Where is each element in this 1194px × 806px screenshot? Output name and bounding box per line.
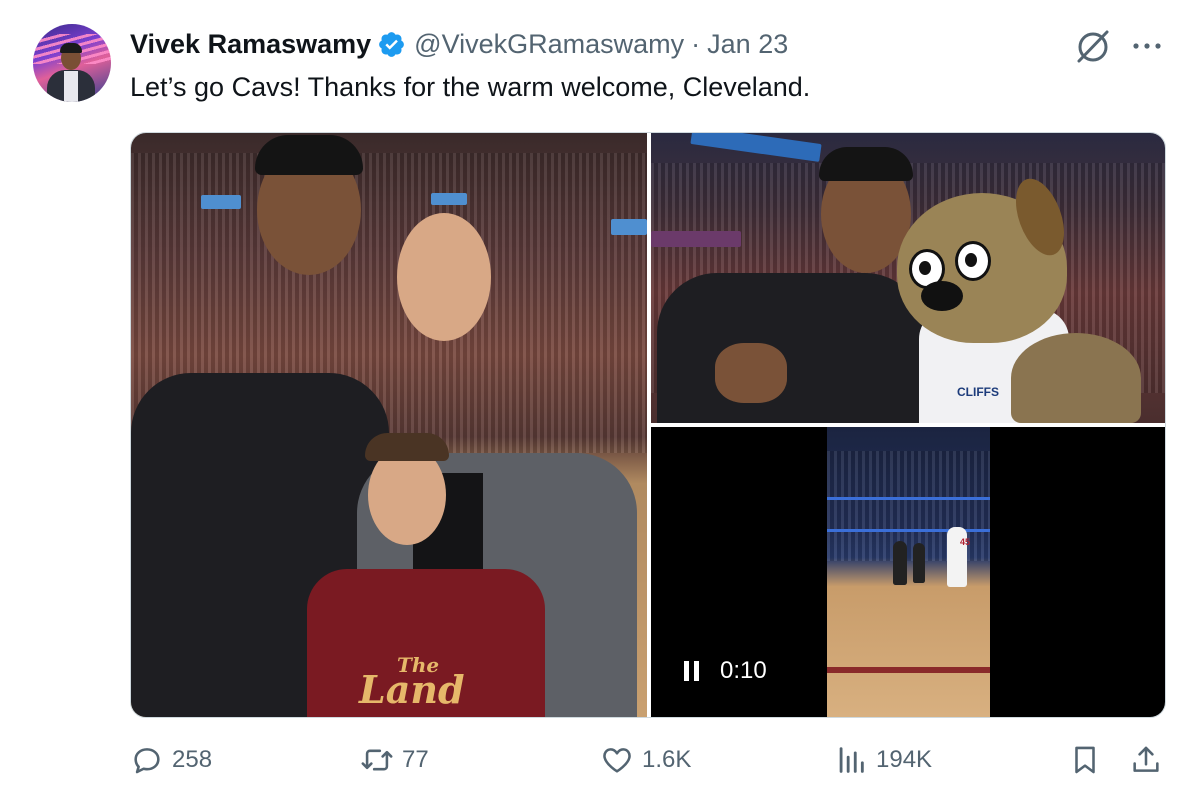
repost-icon <box>361 749 393 771</box>
views-icon <box>839 747 864 773</box>
author-name[interactable]: Vivek Ramaswamy <box>130 29 371 60</box>
player-white <box>947 527 967 587</box>
arena-scoreboard <box>651 231 741 247</box>
tweet-header: Vivek Ramaswamy @VivekGRamaswamy · Jan 2… <box>130 27 788 61</box>
player-dark <box>893 541 907 585</box>
bookmark-button[interactable] <box>1068 743 1102 777</box>
pause-icon[interactable] <box>684 661 700 681</box>
media-grid: The Land CLIFFS 45 0:10 <box>130 132 1166 718</box>
child-hair <box>365 433 449 461</box>
arena-screen <box>201 195 241 209</box>
avatar-figure-hair <box>60 43 82 53</box>
tweet-date[interactable]: Jan 23 <box>707 29 788 60</box>
person-fist <box>715 343 787 403</box>
bookmark-icon <box>1075 746 1095 774</box>
more-icon[interactable] <box>1130 36 1164 56</box>
mascot-pupil <box>965 253 977 267</box>
repost-count: 77 <box>402 746 429 773</box>
repost-button[interactable]: 77 <box>360 743 429 777</box>
share-icon <box>1133 746 1159 772</box>
person-body <box>657 273 925 423</box>
photo-with-mascot[interactable]: CLIFFS <box>651 133 1165 423</box>
player-dark <box>913 543 925 583</box>
like-count: 1.6K <box>642 746 692 773</box>
video-elapsed-time: 0:10 <box>720 657 767 684</box>
views-count: 194K <box>876 746 933 773</box>
mascot-nose <box>921 281 963 311</box>
tweet-actions: 258 77 1.6K 194K <box>130 743 1170 783</box>
mascot-arm <box>1011 333 1141 423</box>
person-middle-head <box>397 213 491 341</box>
views-button[interactable]: 194K <box>834 743 932 777</box>
share-button[interactable] <box>1129 743 1163 777</box>
separator-dot: · <box>691 28 701 59</box>
jersey-text-land: Land <box>359 667 465 712</box>
reply-count: 258 <box>172 746 213 773</box>
photo-group-at-court[interactable]: The Land <box>131 133 647 717</box>
arena-screen <box>611 219 647 235</box>
video-controls: 0:10 <box>684 657 767 685</box>
person-hair <box>819 147 913 181</box>
player-number: 45 <box>960 537 971 547</box>
court-baseline <box>827 667 990 673</box>
arena-led-ribbon <box>827 497 990 500</box>
mascot-jersey-text: CLIFFS <box>957 385 999 399</box>
author-avatar[interactable] <box>33 24 111 102</box>
mascot-pupil <box>919 261 931 275</box>
grok-icon[interactable] <box>1073 27 1113 65</box>
avatar-figure-shirt <box>64 71 78 102</box>
video-frame: 45 <box>827 427 990 717</box>
arena-screen <box>431 193 467 205</box>
reply-icon <box>134 748 160 774</box>
person-left-hair <box>255 135 363 175</box>
verified-badge-icon[interactable] <box>377 30 406 59</box>
video-player[interactable]: 45 0:10 <box>651 427 1165 717</box>
like-button[interactable]: 1.6K <box>600 743 691 777</box>
tweet-text: Let’s go Cavs! Thanks for the warm welco… <box>130 72 811 102</box>
reply-button[interactable]: 258 <box>130 743 212 777</box>
heart-icon <box>603 748 631 773</box>
author-handle[interactable]: @VivekGRamaswamy <box>414 29 684 60</box>
